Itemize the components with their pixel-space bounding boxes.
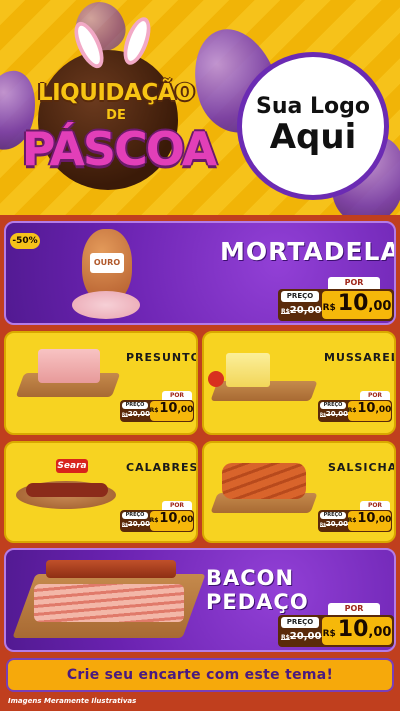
por-label: POR bbox=[328, 603, 380, 615]
mussarela-image bbox=[226, 353, 270, 387]
preco-label: PREÇO bbox=[122, 402, 148, 409]
bacon-slices-image bbox=[34, 584, 184, 622]
title-line-1: LIQUIDAÇÃO bbox=[37, 80, 195, 106]
new-price: R$ 10,00 bbox=[348, 511, 391, 531]
campaign-title: LIQUIDAÇÃO DE PÁSCOA bbox=[8, 13, 223, 200]
mortadela-slices-image bbox=[72, 291, 140, 319]
product-card-salsicha: SALSICHA POR PREÇO R$20,00 R$ 10,00 bbox=[202, 441, 396, 543]
preco-label: PREÇO bbox=[281, 291, 319, 302]
bacon-piece-image bbox=[46, 560, 176, 578]
new-price: R$ 10,00 bbox=[348, 401, 391, 421]
tomato-icon bbox=[208, 371, 224, 387]
disclaimer-text: Imagens Meramente Ilustrativas bbox=[8, 697, 137, 705]
por-label: POR bbox=[328, 277, 380, 289]
preco-label: PREÇO bbox=[122, 512, 148, 519]
product-name: SALSICHA bbox=[328, 461, 396, 474]
brand-label: Seara bbox=[56, 459, 88, 473]
old-price: R$20,00 bbox=[281, 631, 322, 642]
por-label: POR bbox=[360, 391, 390, 400]
preco-label: PREÇO bbox=[320, 512, 346, 519]
product-card-mortadela: OURO MORTADELA POR PREÇO R$20,00 R$ 10,00 bbox=[4, 221, 396, 325]
presunto-image bbox=[38, 349, 100, 383]
product-card-presunto: PRESUNTO POR PREÇO R$20,00 R$ 10,00 bbox=[4, 331, 198, 435]
product-name: CALABRESA bbox=[126, 461, 198, 474]
title-line-3: PÁSCOA bbox=[21, 122, 217, 176]
logo-placeholder: Sua Logo Aqui bbox=[237, 52, 389, 200]
new-price: R$ 10,00 bbox=[150, 401, 193, 421]
old-price: R$20,00 bbox=[281, 305, 322, 316]
new-price: R$ 10,00 bbox=[322, 291, 392, 319]
logo-text-line-2: Aqui bbox=[269, 117, 357, 158]
product-name: MUSSARELA bbox=[324, 351, 394, 364]
header-banner: LIQUIDAÇÃO DE PÁSCOA Sua Logo Aqui bbox=[0, 0, 400, 215]
title-line-2: DE bbox=[106, 108, 126, 123]
old-price: R$20,00 bbox=[122, 520, 151, 528]
cta-banner[interactable]: Crie seu encarte com este tema! bbox=[6, 658, 394, 692]
discount-badge: -50% bbox=[10, 233, 40, 249]
product-card-calabresa: Seara CALABRESA POR PREÇO R$20,00 R$10,0… bbox=[4, 441, 198, 543]
old-price: R$20,00 bbox=[320, 520, 349, 528]
calabresa-image bbox=[26, 483, 108, 497]
old-price: R$20,00 bbox=[320, 410, 349, 418]
new-price: R$ 10,00 bbox=[150, 511, 193, 531]
cta-text: Crie seu encarte com este tema! bbox=[66, 667, 334, 683]
product-name: PRESUNTO bbox=[126, 351, 198, 364]
brand-label: OURO bbox=[90, 253, 124, 273]
product-name: MORTADELA bbox=[220, 237, 396, 266]
preco-label: PREÇO bbox=[281, 617, 319, 628]
salsicha-image bbox=[222, 463, 306, 499]
product-card-mussarela: MUSSARELA POR PREÇO R$20,00 R$10,00 bbox=[202, 331, 396, 435]
por-label: POR bbox=[162, 501, 192, 510]
product-card-bacon: BACON PEDAÇO POR PREÇO R$20,00 R$ 10,00 bbox=[4, 548, 396, 652]
por-label: POR bbox=[162, 391, 192, 400]
old-price: R$20,00 bbox=[122, 410, 151, 418]
por-label: POR bbox=[360, 501, 390, 510]
new-price: R$ 10,00 bbox=[322, 617, 392, 645]
preco-label: PREÇO bbox=[320, 402, 346, 409]
logo-text-line-1: Sua Logo bbox=[255, 94, 370, 120]
